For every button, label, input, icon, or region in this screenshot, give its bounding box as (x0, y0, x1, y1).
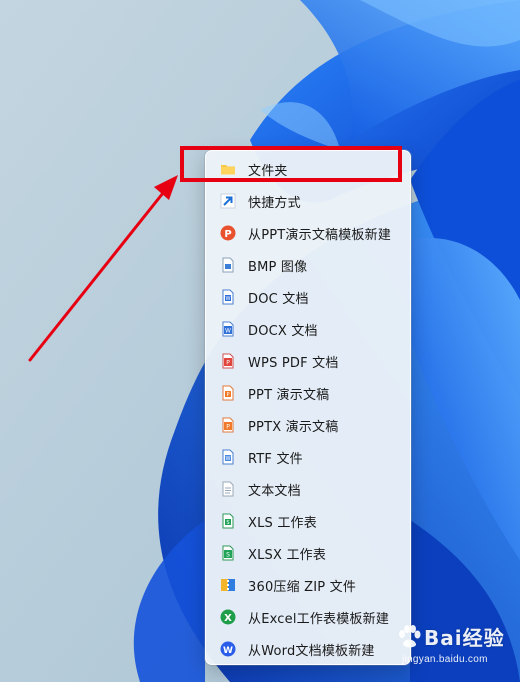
menu-item-label: 文本文档 (248, 483, 301, 499)
menu-item-rtf-document[interactable]: W RTF 文件 (206, 441, 410, 473)
bmp-image-icon (220, 257, 236, 273)
menu-item-label: BMP 图像 (248, 259, 308, 275)
menu-item-label: 360压缩 ZIP 文件 (248, 579, 357, 595)
menu-item-label: XLSX 工作表 (248, 547, 327, 563)
menu-item-label: 快捷方式 (248, 195, 301, 211)
menu-item-bmp-image[interactable]: BMP 图像 (206, 249, 410, 281)
wps-spreadsheet-template-icon: X (220, 609, 236, 625)
menu-item-folder[interactable]: 文件夹 (206, 153, 410, 185)
menu-item-label: PPTX 演示文稿 (248, 419, 339, 435)
svg-text:S: S (226, 520, 229, 526)
menu-item-label: DOC 文档 (248, 291, 309, 307)
svg-text:W: W (226, 456, 231, 462)
menu-item-label: 从Excel工作表模板新建 (248, 611, 390, 627)
menu-item-doc-document[interactable]: W DOC 文档 (206, 281, 410, 313)
svg-text:P: P (226, 424, 230, 431)
rtf-document-icon: W (220, 449, 236, 465)
svg-text:X: X (224, 613, 232, 624)
xls-spreadsheet-icon: S (220, 513, 236, 529)
pptx-presentation-icon: P (220, 417, 236, 433)
svg-text:W: W (223, 646, 233, 656)
menu-item-zip-archive[interactable]: 360压缩 ZIP 文件 (206, 569, 410, 601)
menu-item-label: RTF 文件 (248, 451, 303, 467)
menu-item-label: 从PPT演示文稿模板新建 (248, 227, 392, 243)
menu-item-ppt-presentation[interactable]: P PPT 演示文稿 (206, 377, 410, 409)
doc-document-icon: W (220, 289, 236, 305)
new-item-context-menu: 文件夹快捷方式 P 从PPT演示文稿模板新建 BMP 图像 W DOC 文档 W DOCX 文… (205, 150, 411, 665)
menu-item-xls-spreadsheet[interactable]: S XLS 工作表 (206, 505, 410, 537)
text-document-icon (220, 481, 236, 497)
zip-archive-icon (220, 577, 236, 593)
shortcut-icon (220, 193, 236, 209)
menu-item-pdf-document[interactable]: P WPS PDF 文档 (206, 345, 410, 377)
wps-writer-template-icon: W (220, 641, 236, 657)
menu-item-docx-document[interactable]: W DOCX 文档 (206, 313, 410, 345)
ppt-presentation-icon: P (220, 385, 236, 401)
menu-item-label: DOCX 文档 (248, 323, 318, 339)
menu-item-wps-spreadsheet-template[interactable]: X 从Excel工作表模板新建 (206, 601, 410, 633)
pdf-document-icon: P (220, 353, 236, 369)
docx-document-icon: W (220, 321, 236, 337)
folder-icon (220, 161, 236, 177)
svg-text:W: W (225, 328, 231, 335)
svg-text:P: P (224, 229, 231, 240)
svg-text:P: P (226, 392, 229, 398)
menu-item-label: 从Word文档模板新建 (248, 643, 375, 659)
svg-text:S: S (226, 552, 230, 559)
xlsx-spreadsheet-icon: S (220, 545, 236, 561)
menu-item-shortcut[interactable]: 快捷方式 (206, 185, 410, 217)
menu-item-wps-presentation-template[interactable]: P 从PPT演示文稿模板新建 (206, 217, 410, 249)
svg-text:P: P (226, 360, 230, 367)
menu-item-wps-writer-template[interactable]: W 从Word文档模板新建 (206, 633, 410, 665)
menu-item-xlsx-spreadsheet[interactable]: S XLSX 工作表 (206, 537, 410, 569)
menu-item-label: 文件夹 (248, 163, 288, 179)
menu-item-label: XLS 工作表 (248, 515, 317, 531)
menu-item-label: WPS PDF 文档 (248, 355, 339, 371)
wps-presentation-template-icon: P (220, 225, 236, 241)
menu-item-label: PPT 演示文稿 (248, 387, 330, 403)
svg-text:W: W (226, 296, 231, 302)
menu-item-pptx-presentation[interactable]: P PPTX 演示文稿 (206, 409, 410, 441)
menu-item-text-document[interactable]: 文本文档 (206, 473, 410, 505)
